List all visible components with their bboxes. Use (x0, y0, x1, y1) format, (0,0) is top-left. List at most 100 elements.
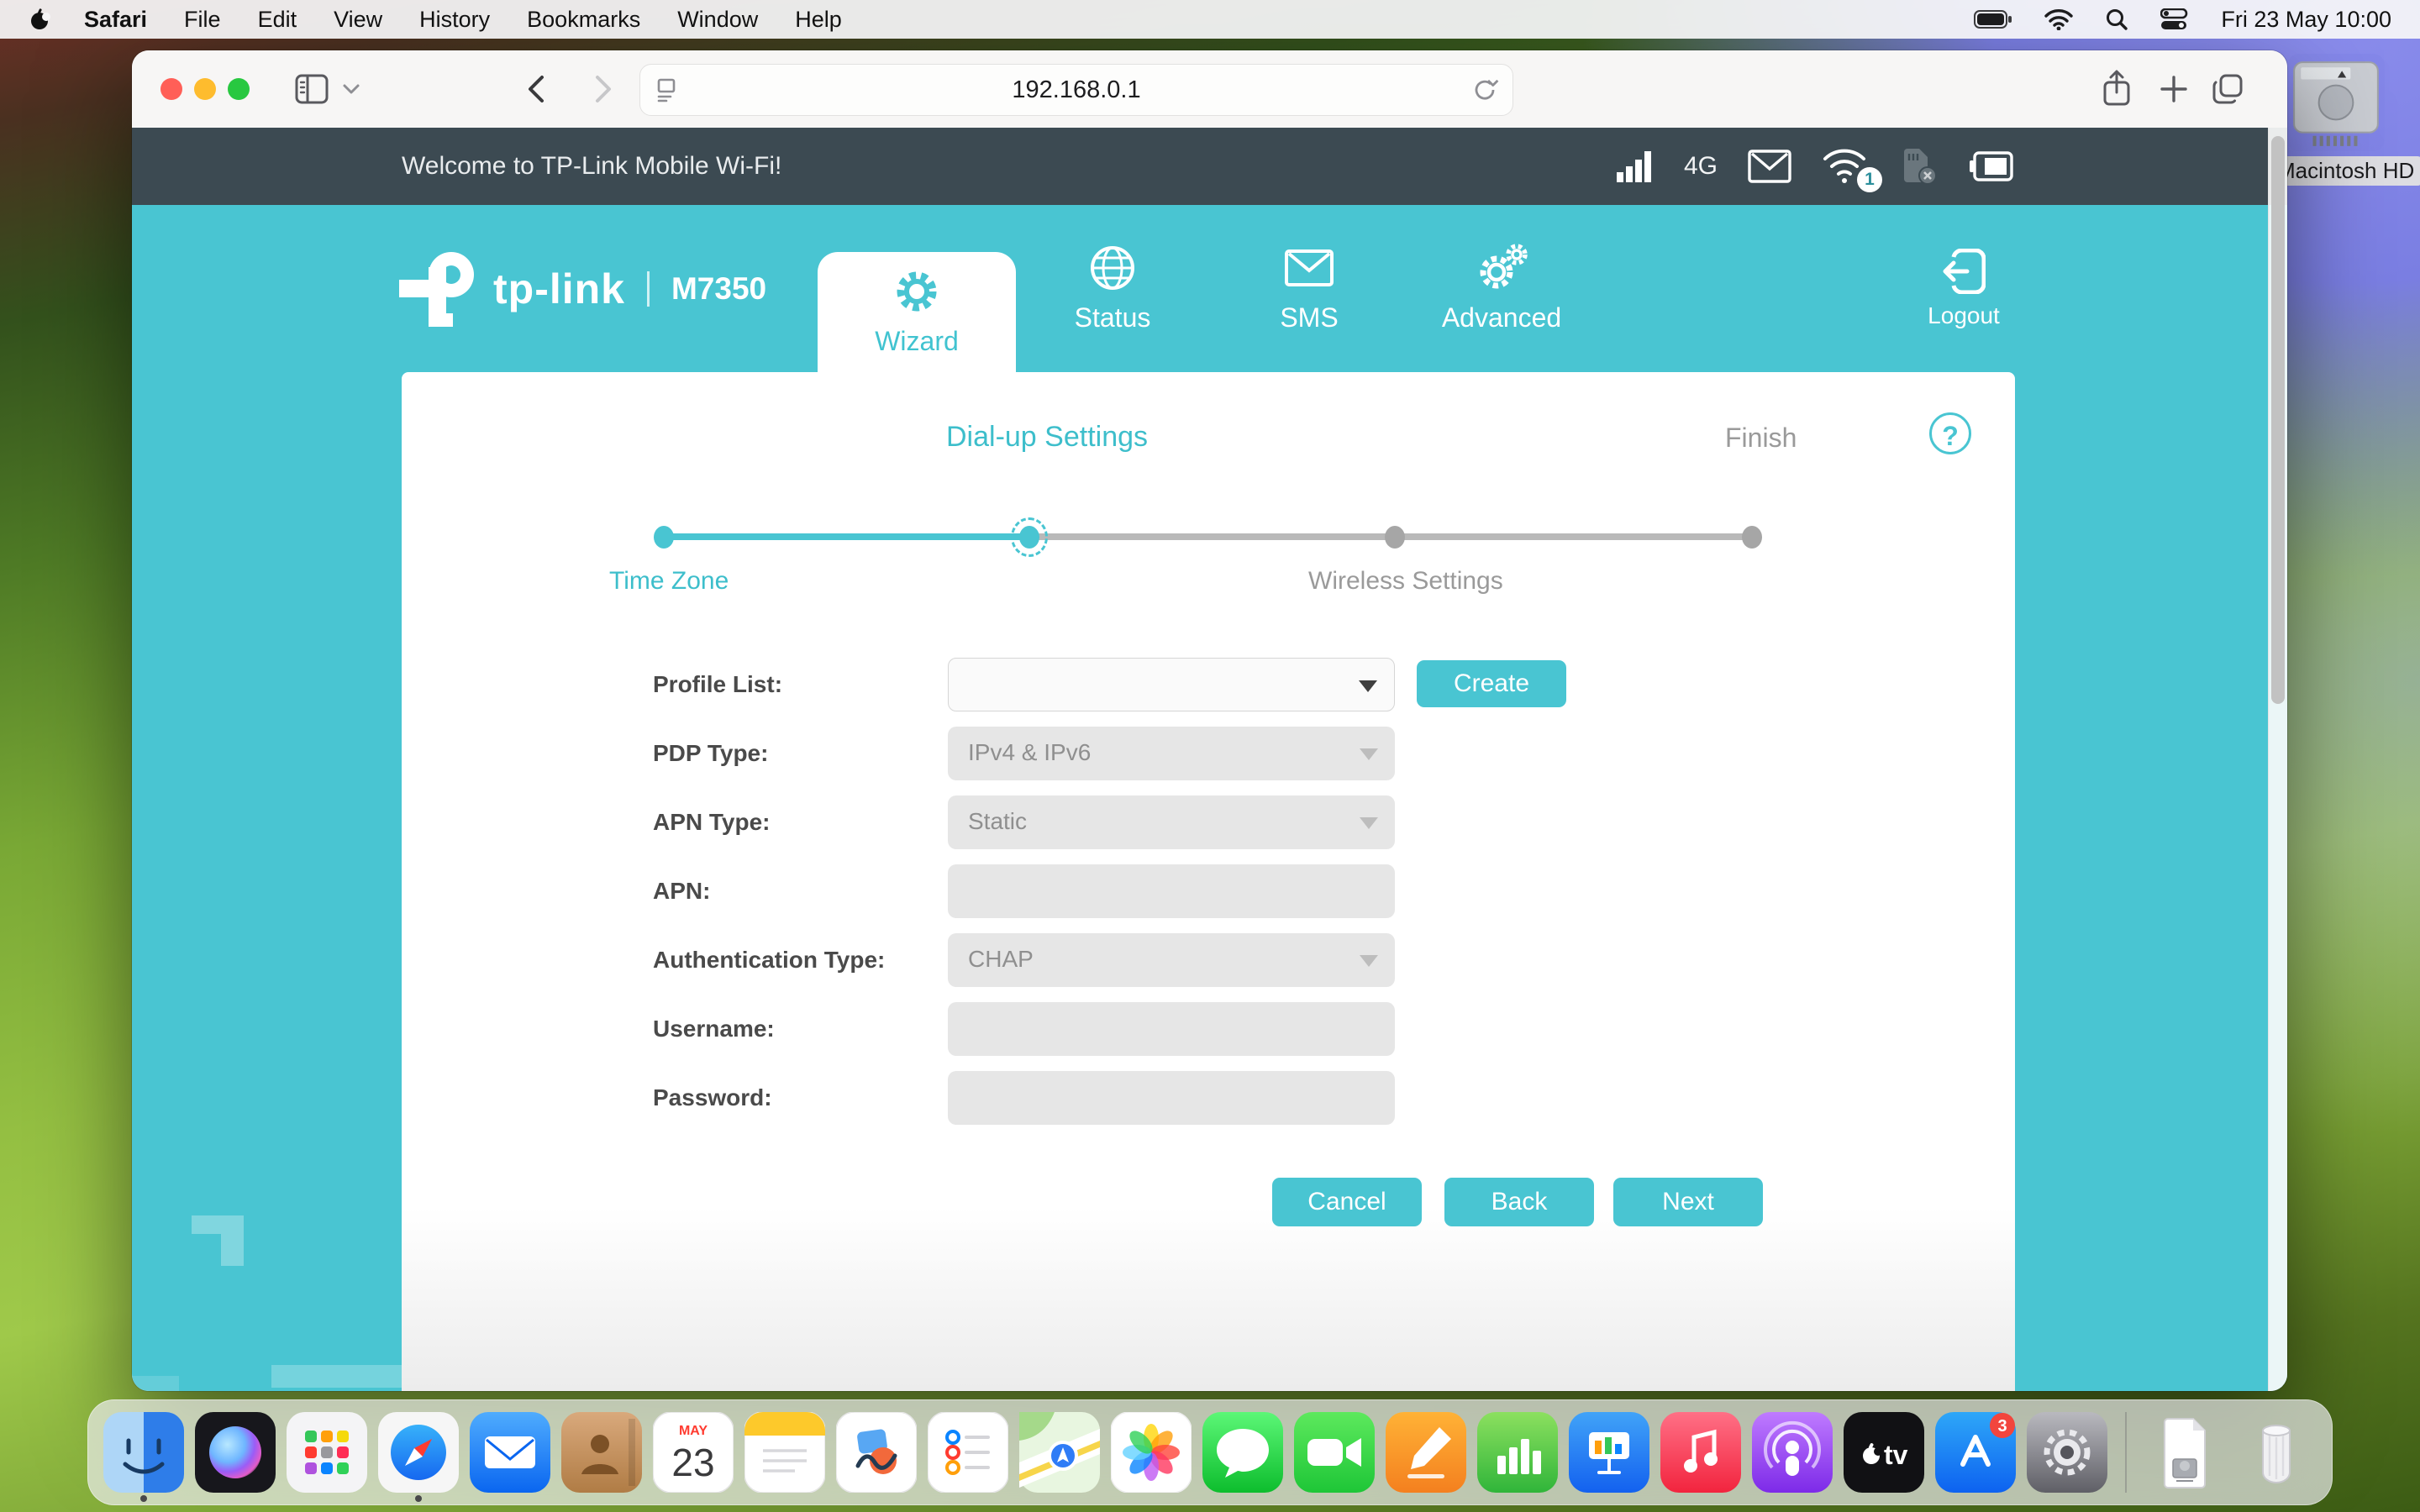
menubar-app-name[interactable]: Safari (84, 7, 147, 33)
desktop: Safari File Edit View History Bookmarks … (0, 0, 2420, 1512)
wifi-icon[interactable] (2044, 8, 2073, 30)
dock-podcasts-icon[interactable] (1752, 1412, 1833, 1493)
field-label: PDP Type: (653, 727, 930, 780)
menu-edit[interactable]: Edit (258, 7, 297, 33)
dock-trash-icon[interactable] (2236, 1412, 2317, 1493)
tab-advanced[interactable]: Advanced (1418, 205, 1586, 372)
dock-calendar-icon[interactable]: MAY 23 (653, 1412, 734, 1493)
envelope-icon (1284, 244, 1334, 292)
corner-decoration (221, 1234, 244, 1266)
next-button[interactable]: Next (1613, 1178, 1763, 1226)
new-tab-icon[interactable] (2159, 74, 2189, 104)
wizard-finish-label: Finish (1725, 423, 1797, 454)
dropdown-arrow-icon (1359, 680, 1377, 692)
dock-numbers-icon[interactable] (1477, 1412, 1558, 1493)
dock-finder-icon[interactable] (103, 1412, 184, 1493)
stepper-progress (664, 533, 1029, 540)
dock-photos-icon[interactable] (1111, 1412, 1192, 1493)
scrollbar-thumb[interactable] (2271, 136, 2285, 704)
dock-messages-icon[interactable] (1202, 1412, 1283, 1493)
control-center-icon[interactable] (2160, 8, 2189, 30)
wifi-client-badge: 1 (1857, 167, 1882, 192)
signal-strength-icon (1615, 149, 1654, 184)
logout-icon (1942, 249, 1986, 294)
dock-reminders-icon[interactable] (928, 1412, 1008, 1493)
menu-view[interactable]: View (334, 7, 382, 33)
device-status-icons: 4G 1 (1615, 128, 2015, 205)
dock-tv-icon[interactable]: tv (1844, 1412, 1924, 1493)
dock-downloads-icon[interactable] (2144, 1412, 2225, 1493)
url-text[interactable]: 192.168.0.1 (1012, 76, 1140, 104)
disk-label: Macintosh HD (2269, 156, 2420, 186)
menu-file[interactable]: File (184, 7, 221, 33)
bottom-decoration (132, 1376, 179, 1391)
reload-icon[interactable] (1470, 76, 1499, 104)
browser-toolbar: 192.168.0.1 (132, 50, 2287, 129)
step-dot-dialup-current (1019, 526, 1039, 549)
dock-siri-icon[interactable] (195, 1412, 276, 1493)
apple-menu-icon[interactable] (29, 7, 50, 32)
auth-type-select: CHAP (948, 933, 1395, 987)
safari-window: 192.168.0.1 Welcome to TP-Link Mo (132, 50, 2287, 1391)
dropdown-arrow-icon (1360, 817, 1378, 829)
bottom-decoration (271, 1365, 402, 1388)
main-nav: tp-link M7350 Wizard (132, 205, 2287, 372)
menu-bookmarks[interactable]: Bookmarks (527, 7, 640, 33)
dock-pages-icon[interactable] (1386, 1412, 1466, 1493)
profile-list-select[interactable] (948, 658, 1395, 711)
tab-wizard[interactable]: Wizard (818, 252, 1016, 372)
fullscreen-button[interactable] (228, 78, 250, 100)
menu-window[interactable]: Window (677, 7, 758, 33)
close-button[interactable] (160, 78, 182, 100)
minimize-button[interactable] (194, 78, 216, 100)
address-bar[interactable]: 192.168.0.1 (639, 64, 1513, 116)
dock-keynote-icon[interactable] (1569, 1412, 1649, 1493)
wizard-step-title: Dial-up Settings (946, 421, 1148, 454)
wizard-card: Dial-up Settings Finish ? Time Zone Wire… (402, 372, 2015, 1391)
menubar-clock[interactable]: Fri 23 May 10:00 (2221, 7, 2391, 33)
field-label: APN: (653, 864, 930, 918)
forward-button-icon[interactable] (592, 72, 614, 106)
cancel-button[interactable]: Cancel (1272, 1178, 1422, 1226)
scrollbar-track[interactable] (2268, 128, 2287, 1391)
brand-name: tp-link (493, 265, 625, 313)
page-format-icon[interactable] (654, 76, 681, 103)
dock-app-store-icon[interactable]: 3 (1935, 1412, 2016, 1493)
field-label: Authentication Type: (653, 933, 930, 987)
gear-icon (892, 267, 941, 316)
back-button[interactable]: Back (1444, 1178, 1594, 1226)
help-button[interactable]: ? (1929, 412, 1971, 454)
dock-system-settings-icon[interactable] (2027, 1412, 2107, 1493)
dock-notes-icon[interactable] (744, 1412, 825, 1493)
sidebar-chevron-icon[interactable] (342, 82, 360, 96)
tab-overview-icon[interactable] (2209, 71, 2246, 108)
username-input (948, 1002, 1395, 1056)
globe-icon (1088, 244, 1137, 292)
back-button-icon[interactable] (525, 72, 547, 106)
tab-status[interactable]: Status (1028, 205, 1197, 372)
dock-freeform-icon[interactable] (836, 1412, 917, 1493)
tab-label: Advanced (1442, 302, 1561, 333)
create-button[interactable]: Create (1417, 660, 1566, 707)
dock-maps-icon[interactable] (1019, 1412, 1100, 1493)
dock-launchpad-icon[interactable] (287, 1412, 367, 1493)
corner-decoration (192, 1215, 244, 1234)
step-label-wireless: Wireless Settings (1308, 567, 1503, 596)
dock-mail-icon[interactable] (470, 1412, 550, 1493)
field-value: Static (968, 808, 1027, 834)
share-icon[interactable] (2100, 69, 2133, 109)
dock-contacts-icon[interactable] (561, 1412, 642, 1493)
dock-safari-icon[interactable] (378, 1412, 459, 1493)
menu-help[interactable]: Help (795, 7, 842, 33)
sidebar-toggle-icon[interactable] (293, 72, 330, 106)
dock-facetime-icon[interactable] (1294, 1412, 1375, 1493)
calendar-day: 23 (671, 1441, 714, 1484)
sms-status-icon (1748, 150, 1791, 183)
dock-music-icon[interactable] (1660, 1412, 1741, 1493)
tab-sms[interactable]: SMS (1225, 205, 1393, 372)
spotlight-search-icon[interactable] (2105, 8, 2128, 31)
battery-icon[interactable] (1974, 9, 2012, 29)
menu-history[interactable]: History (419, 7, 490, 33)
desktop-disk-icon[interactable]: Macintosh HD (2269, 54, 2403, 186)
logout-button[interactable]: Logout (1897, 205, 2031, 372)
